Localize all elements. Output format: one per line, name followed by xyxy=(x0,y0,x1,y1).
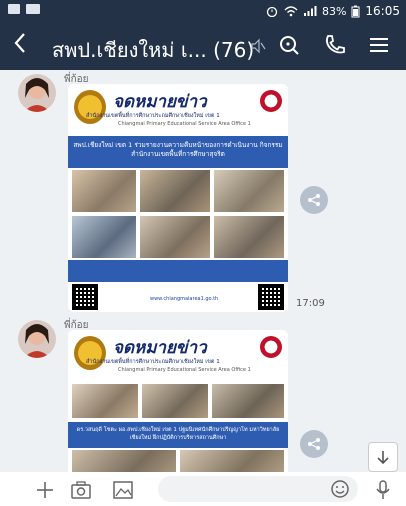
back-button[interactable] xyxy=(12,30,28,63)
message-field[interactable] xyxy=(158,476,358,502)
news-photo xyxy=(140,170,210,212)
status-bar: 83% 16:05 xyxy=(0,0,406,22)
qr-code-icon xyxy=(72,284,98,310)
card-header: จดหมายข่าว สำนักงานเขตพื้นที่การศึกษาประ… xyxy=(68,84,288,136)
avatar[interactable] xyxy=(18,74,56,112)
card-website: www.chiangmaiarea1.go.th xyxy=(150,296,219,302)
message-input[interactable] xyxy=(158,476,318,502)
qr-code-icon xyxy=(258,284,284,310)
menu-icon[interactable] xyxy=(366,32,392,58)
share-button[interactable] xyxy=(300,186,328,214)
card-banner: ดร.วสนฤดี โชตะ ผอ.สพป.เชียงใหม่ เขต 1 ปฐ… xyxy=(68,422,288,448)
call-icon[interactable] xyxy=(322,32,348,58)
chat-title: สพป.เชียงใหม่ เ... (76) xyxy=(52,34,254,66)
integrity-logo-icon xyxy=(260,336,282,358)
news-card[interactable]: จดหมายข่าว สำนักงานเขตพื้นที่การศึกษาประ… xyxy=(68,84,288,312)
card-subtitle-en: Chiangmai Primary Educational Service Ar… xyxy=(118,121,251,127)
image-icon[interactable] xyxy=(112,479,134,501)
news-photo xyxy=(140,216,210,258)
news-photo xyxy=(214,170,284,212)
emoji-icon[interactable] xyxy=(330,479,350,499)
group-name: สพป.เชียงใหม่ เ... xyxy=(52,38,207,62)
camera-icon[interactable] xyxy=(70,479,92,501)
search-icon[interactable] xyxy=(276,32,302,58)
card-subtitle: สำนักงานเขตพื้นที่การศึกษาประถมศึกษาเชีย… xyxy=(86,359,220,365)
mute-icon xyxy=(251,38,266,54)
chat-area[interactable]: พี่ก้อย จดหมายข่าว สำนักงานเขตพื้นที่การ… xyxy=(0,70,406,472)
card-banner: สพป.เชียงใหม่ เขต 1 ร่วมรายงานความคืบหน้… xyxy=(68,136,288,168)
share-icon xyxy=(308,194,320,206)
avatar-photo-icon xyxy=(18,74,56,112)
back-arrow-icon xyxy=(14,33,25,53)
wifi-icon xyxy=(284,6,298,17)
card-title: จดหมายข่าว xyxy=(113,338,207,358)
share-icon xyxy=(308,438,320,450)
card-subtitle-en: Chiangmai Primary Educational Service Ar… xyxy=(118,367,251,373)
scroll-to-bottom-button[interactable] xyxy=(368,442,398,472)
status-time: 16:05 xyxy=(365,4,400,18)
card-title: จดหมายข่าว xyxy=(113,92,207,112)
plus-icon[interactable] xyxy=(34,479,56,501)
chat-header: สพป.เชียงใหม่ เ... (76) xyxy=(0,22,406,70)
news-photo xyxy=(72,216,136,258)
news-photo xyxy=(72,384,138,418)
image-notification-icon xyxy=(8,4,20,14)
battery-percent: 83% xyxy=(321,4,347,18)
avatar[interactable] xyxy=(18,320,56,358)
member-count: (76) xyxy=(213,38,255,62)
alarm-icon xyxy=(266,6,278,17)
integrity-logo-icon xyxy=(260,90,282,112)
avatar-photo-icon xyxy=(18,320,56,358)
battery-icon xyxy=(351,5,360,17)
gallery-notification-icon xyxy=(26,4,40,14)
news-photo xyxy=(72,170,136,212)
card-subtitle: สำนักงานเขตพื้นที่การศึกษาประถมศึกษาเชีย… xyxy=(86,113,220,119)
news-card[interactable]: จดหมายข่าว สำนักงานเขตพื้นที่การศึกษาประ… xyxy=(68,330,288,472)
card-header: จดหมายข่าว สำนักงานเขตพื้นที่การศึกษาประ… xyxy=(68,330,288,382)
news-photo xyxy=(180,450,284,472)
news-photo xyxy=(212,384,284,418)
card-body-text xyxy=(68,260,288,282)
message-time: 17:09 xyxy=(296,298,325,309)
message-input-bar xyxy=(0,472,406,506)
signal-icon xyxy=(303,6,317,16)
share-button[interactable] xyxy=(300,430,328,458)
microphone-icon[interactable] xyxy=(372,479,394,501)
news-photo xyxy=(72,450,176,472)
arrow-down-icon xyxy=(377,451,389,465)
news-photo xyxy=(214,216,284,258)
news-photo xyxy=(142,384,208,418)
